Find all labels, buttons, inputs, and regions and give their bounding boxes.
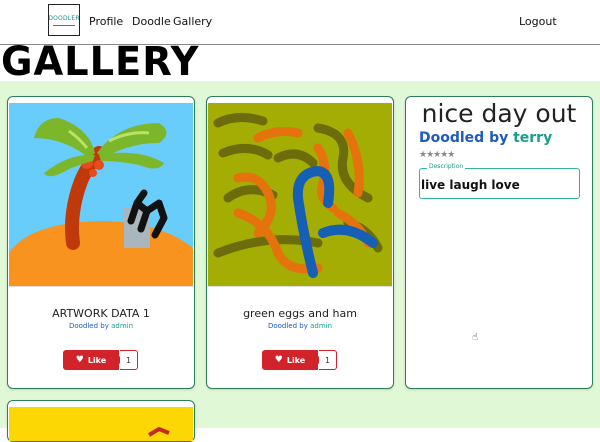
logo[interactable]: DOODLER: [48, 4, 80, 36]
artist-credit: Doodled by admin: [207, 322, 393, 330]
logo-underline: [53, 25, 75, 26]
artist-name[interactable]: admin: [310, 322, 332, 330]
heart-icon: ♥: [75, 355, 84, 365]
artwork-partial: [9, 407, 193, 441]
like-label: Like: [286, 355, 306, 365]
like-button[interactable]: ♥ Like: [63, 350, 119, 370]
doodled-by-label: Doodled by: [419, 130, 509, 146]
description-field[interactable]: Description live laugh love: [419, 163, 580, 199]
artist-name[interactable]: admin: [111, 322, 133, 330]
doodled-by-label: Doodled by: [68, 322, 109, 330]
artist-name[interactable]: terry: [513, 130, 552, 146]
artwork-squiggles: [208, 103, 392, 286]
heart-icon: ♥: [274, 355, 283, 365]
artwork-image[interactable]: [9, 103, 193, 286]
description-value[interactable]: live laugh love: [421, 178, 520, 192]
like-count: 1: [314, 350, 337, 370]
card-divider: [9, 286, 193, 287]
description-label: Description: [427, 163, 466, 170]
like-count: 1: [115, 350, 138, 370]
artwork-card: [7, 400, 195, 442]
logout-link[interactable]: Logout: [519, 15, 557, 28]
artwork-title: green eggs and ham: [243, 307, 357, 320]
cursor-icon: ☝: [472, 332, 479, 343]
star-rating[interactable]: ★★★★★: [419, 150, 455, 160]
doodled-by-label: Doodled by: [267, 322, 308, 330]
card-divider: [208, 286, 392, 287]
detail-title: nice day out: [421, 99, 577, 128]
artwork-palm-tree: [9, 103, 193, 286]
page-title: GALLERY: [1, 39, 200, 85]
like-button[interactable]: ♥ Like: [262, 350, 318, 370]
artwork-card: green eggs and ham Doodled by admin ♥ Li…: [206, 96, 394, 389]
logo-text: DOODLER: [48, 14, 80, 22]
artwork-detail-card: nice day out Doodled by terry ★★★★★ Desc…: [405, 96, 593, 389]
artwork-title: ARTWORK DATA 1: [52, 307, 150, 320]
nav-gallery-link[interactable]: Gallery: [173, 15, 212, 28]
nav-doodle-link[interactable]: Doodle: [132, 15, 171, 28]
nav-profile-link[interactable]: Profile: [89, 15, 123, 28]
artwork-image[interactable]: [208, 103, 392, 286]
artwork-image[interactable]: [9, 407, 193, 441]
artist-credit: Doodled by admin: [8, 322, 194, 330]
like-label: Like: [87, 355, 107, 365]
artwork-card: ARTWORK DATA 1 Doodled by admin ♥ Like 1: [7, 96, 195, 389]
detail-artist-credit: Doodled by terry: [419, 130, 552, 146]
